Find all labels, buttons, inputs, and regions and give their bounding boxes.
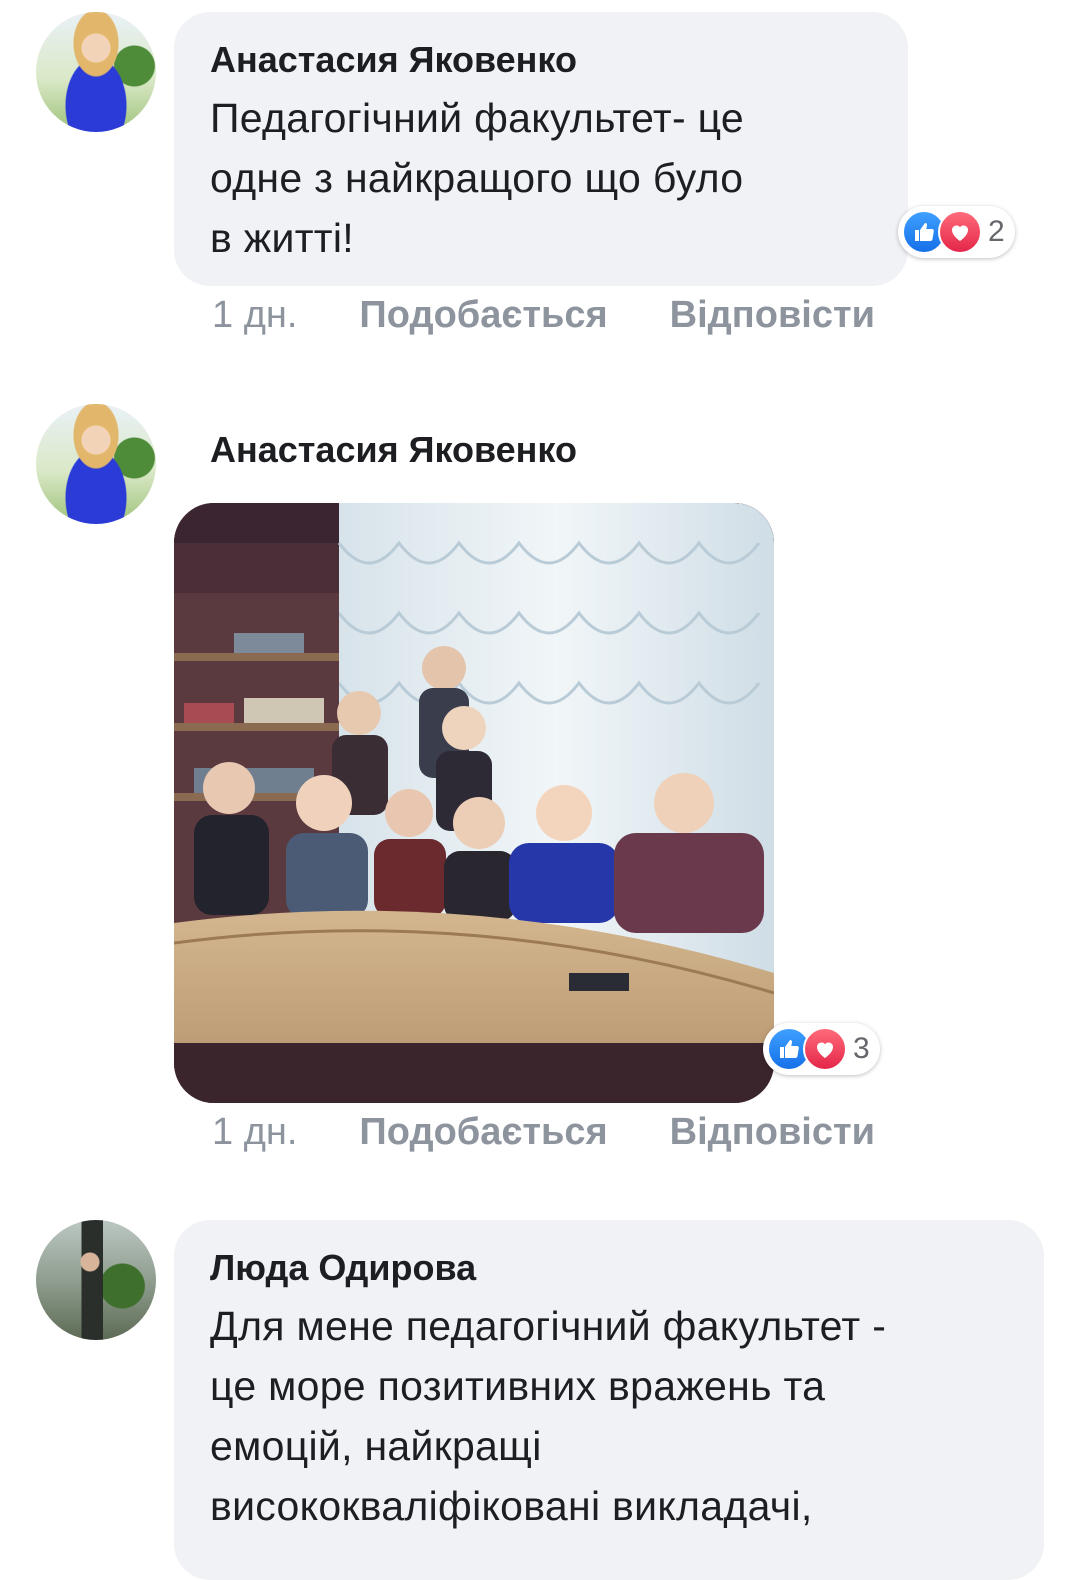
group-photo-illustration	[174, 503, 774, 1103]
reactions-summary[interactable]: 3	[763, 1023, 880, 1075]
heart-icon	[938, 210, 982, 254]
comment-author[interactable]: Анастасия Яковенко	[210, 428, 577, 472]
comment-actions: 1 дн. Подобається Відповісти	[212, 1111, 875, 1154]
comment-text-line: Педагогічний факультет- це	[210, 95, 745, 141]
comment-text-line: емоцій, найкращі	[210, 1423, 542, 1469]
comment-actions: 1 дн. Подобається Відповісти	[212, 294, 875, 337]
comment-bubble: Люда Одирова Для мене педагогічний факул…	[174, 1220, 1044, 1580]
comment-text-line: одне з найкращого що було	[210, 155, 744, 201]
comment-text: Педагогічний факультет- це одне з найкра…	[210, 88, 872, 268]
comment-photo[interactable]	[174, 503, 774, 1103]
reply-button[interactable]: Відповісти	[670, 294, 875, 337]
comment-author[interactable]: Люда Одирова	[210, 1246, 1008, 1290]
reactions-summary[interactable]: 2	[898, 206, 1015, 258]
avatar[interactable]	[36, 404, 156, 524]
like-button[interactable]: Подобається	[359, 294, 607, 337]
comment-text-line: Для мене педагогічний факультет -	[210, 1303, 887, 1349]
reactions-count: 2	[988, 215, 1005, 248]
reactions-count: 3	[853, 1032, 870, 1065]
comment-author[interactable]: Анастасия Яковенко	[210, 38, 872, 82]
reply-button[interactable]: Відповісти	[670, 1111, 875, 1154]
comment-text-line: в житті!	[210, 215, 354, 261]
comment-text-line: це море позитивних вражень та	[210, 1363, 826, 1409]
comment-text: Для мене педагогічний факультет - це мор…	[210, 1296, 1008, 1536]
comment-time[interactable]: 1 дн.	[212, 1111, 297, 1154]
avatar[interactable]	[36, 1220, 156, 1340]
comment-text-line: висококваліфіковані викладачі,	[210, 1483, 813, 1529]
avatar[interactable]	[36, 12, 156, 132]
comment-bubble: Анастасия Яковенко Педагогічний факульте…	[174, 12, 908, 286]
like-button[interactable]: Подобається	[359, 1111, 607, 1154]
heart-icon	[803, 1027, 847, 1071]
comment-time[interactable]: 1 дн.	[212, 294, 297, 337]
